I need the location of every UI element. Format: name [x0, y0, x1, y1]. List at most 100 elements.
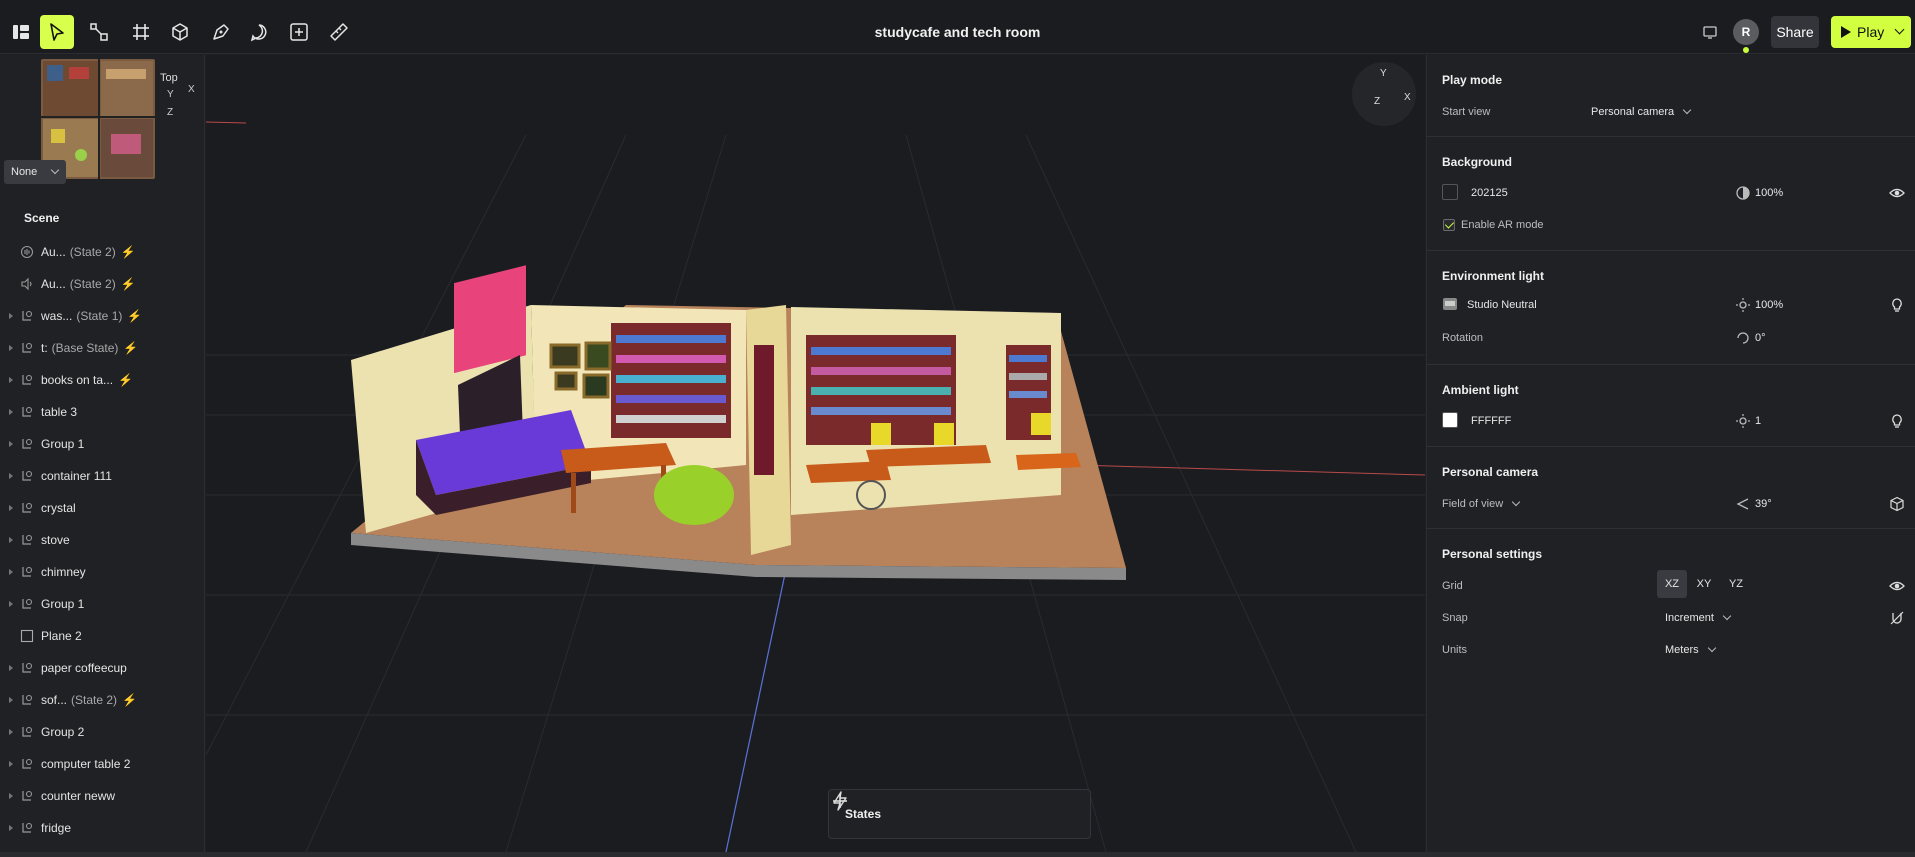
start-view-select[interactable]: Personal camera	[1591, 105, 1692, 118]
rotation-value[interactable]: 0°	[1755, 332, 1766, 344]
ambient-color-value[interactable]: FFFFFF	[1471, 415, 1511, 427]
comment-icon[interactable]	[242, 15, 276, 49]
scene-list-item[interactable]: container 111	[0, 460, 204, 492]
scene-list-item[interactable]: counter neww	[0, 780, 204, 812]
scene-list-item[interactable]: Au... (State 2) ⚡	[0, 268, 204, 300]
group-icon	[20, 373, 34, 387]
expand-arrow-icon[interactable]	[9, 665, 13, 671]
snap-select[interactable]: Increment	[1665, 611, 1732, 624]
expand-arrow-icon[interactable]	[9, 377, 13, 383]
scene-item-name: fridge	[41, 821, 72, 835]
gizmo-y-label: Y	[1380, 68, 1387, 79]
scene-item-label: Au... (State 2) ⚡	[41, 277, 136, 291]
ambient-color-swatch[interactable]	[1442, 412, 1458, 428]
expand-arrow-icon[interactable]	[9, 473, 13, 479]
bookshelf-right	[806, 335, 1051, 445]
lightbulb-icon[interactable]	[1889, 297, 1905, 313]
snap-value: Increment	[1665, 612, 1714, 624]
user-avatar[interactable]: R	[1733, 19, 1759, 45]
lightbulb-icon[interactable]	[1889, 413, 1905, 429]
scene-list-item[interactable]: t: (Base State) ⚡	[0, 332, 204, 364]
orientation-gizmo[interactable]: Y X Z	[1352, 62, 1416, 126]
room-model[interactable]	[351, 265, 1126, 580]
expand-arrow-icon[interactable]	[9, 825, 13, 831]
units-select[interactable]: Meters	[1665, 643, 1716, 656]
eye-icon[interactable]	[1889, 578, 1905, 594]
camera-cube-icon[interactable]	[1889, 496, 1905, 512]
expand-arrow-icon[interactable]	[9, 409, 13, 415]
scene-item-label: chimney	[41, 565, 86, 579]
expand-arrow-icon[interactable]	[9, 793, 13, 799]
expand-arrow-icon[interactable]	[9, 313, 13, 319]
frame-tool-icon[interactable]	[124, 15, 158, 49]
opacity-icon	[1736, 186, 1750, 200]
environment-intensity-value[interactable]: 100%	[1755, 299, 1783, 311]
scene-list-item[interactable]: books on ta... ⚡	[0, 364, 204, 396]
field-of-view-select[interactable]: Field of view	[1442, 497, 1521, 510]
scene-list-item[interactable]: sof... (State 2) ⚡	[0, 684, 204, 716]
share-button[interactable]: Share	[1771, 16, 1819, 48]
background-color-value[interactable]: 202125	[1471, 187, 1508, 199]
scene-list-item[interactable]: table 3	[0, 396, 204, 428]
scene-item-name: chimney	[41, 565, 86, 579]
expand-arrow-icon[interactable]	[9, 441, 13, 447]
scene-list-item[interactable]: Group 1	[0, 428, 204, 460]
scene-list-item[interactable]: was... (State 1) ⚡	[0, 300, 204, 332]
enable-ar-checkbox[interactable]	[1443, 219, 1455, 231]
device-preview-icon[interactable]	[1702, 24, 1718, 40]
scene-item-name: Group 1	[41, 597, 85, 611]
expand-arrow-icon[interactable]	[9, 601, 13, 607]
bottom-status-strip	[0, 852, 1915, 857]
environment-preset-icon[interactable]	[1442, 296, 1458, 312]
chevron-down-icon	[1722, 611, 1732, 621]
axis-z-label: Z	[167, 107, 174, 118]
expand-arrow-icon[interactable]	[9, 505, 13, 511]
grid-option-xz[interactable]: XZ	[1657, 570, 1687, 598]
scene-list-item[interactable]: computer table 2	[0, 748, 204, 780]
audio-icon	[20, 245, 34, 259]
pen-tool-icon[interactable]	[204, 15, 238, 49]
scene-list-item[interactable]: Group 1	[0, 588, 204, 620]
scene-list-item[interactable]: Au... (State 2) ⚡	[0, 236, 204, 268]
scene-canvas[interactable]	[206, 55, 1425, 852]
expand-arrow-icon[interactable]	[9, 569, 13, 575]
scene-list-item[interactable]: crystal	[0, 492, 204, 524]
camera-view-select[interactable]: None	[4, 160, 66, 184]
select-tool-icon[interactable]	[40, 15, 74, 49]
scene-list-item[interactable]: chimney	[0, 556, 204, 588]
play-button[interactable]: Play	[1831, 16, 1911, 48]
magnet-snap-icon[interactable]	[1889, 610, 1905, 626]
ruler-icon[interactable]	[322, 15, 356, 49]
scene-list-item[interactable]: stove	[0, 524, 204, 556]
play-label: Play	[1857, 24, 1885, 40]
expand-arrow-icon[interactable]	[9, 537, 13, 543]
expand-arrow-icon[interactable]	[9, 697, 13, 703]
ambient-light-title: Ambient light	[1442, 383, 1519, 397]
background-title: Background	[1442, 155, 1513, 169]
bookshelf-left	[611, 323, 731, 438]
scene-list-item[interactable]: Plane 2	[0, 620, 204, 652]
main-menu-icon[interactable]	[4, 15, 38, 49]
add-object-icon[interactable]	[282, 15, 316, 49]
grid-option-yz[interactable]: YZ	[1721, 570, 1751, 598]
grid-option-xy[interactable]: XY	[1689, 570, 1719, 598]
ambient-intensity-value[interactable]: 1	[1755, 415, 1761, 427]
background-color-swatch[interactable]	[1442, 184, 1458, 200]
expand-arrow-icon[interactable]	[9, 729, 13, 735]
shape-cube-icon[interactable]	[163, 15, 197, 49]
environment-preset-value[interactable]: Studio Neutral	[1467, 299, 1537, 311]
scale-tool-icon[interactable]	[82, 15, 116, 49]
scene-list-item[interactable]: Group 2	[0, 716, 204, 748]
scene-list-item[interactable]: paper coffeecup	[0, 652, 204, 684]
scene-list-item[interactable]: fridge	[0, 812, 204, 844]
scene-item-label: counter neww	[41, 789, 115, 803]
background-opacity-value[interactable]: 100%	[1755, 187, 1783, 199]
expand-arrow-icon[interactable]	[9, 345, 13, 351]
3d-viewport[interactable]: States	[206, 55, 1425, 852]
scene-item-state: (State 1)	[76, 309, 123, 323]
add-state-icon[interactable]	[829, 790, 851, 812]
chevron-down-icon[interactable]	[1894, 24, 1905, 35]
eye-icon[interactable]	[1889, 185, 1905, 201]
field-of-view-value[interactable]: 39°	[1755, 498, 1772, 510]
expand-arrow-icon[interactable]	[9, 761, 13, 767]
